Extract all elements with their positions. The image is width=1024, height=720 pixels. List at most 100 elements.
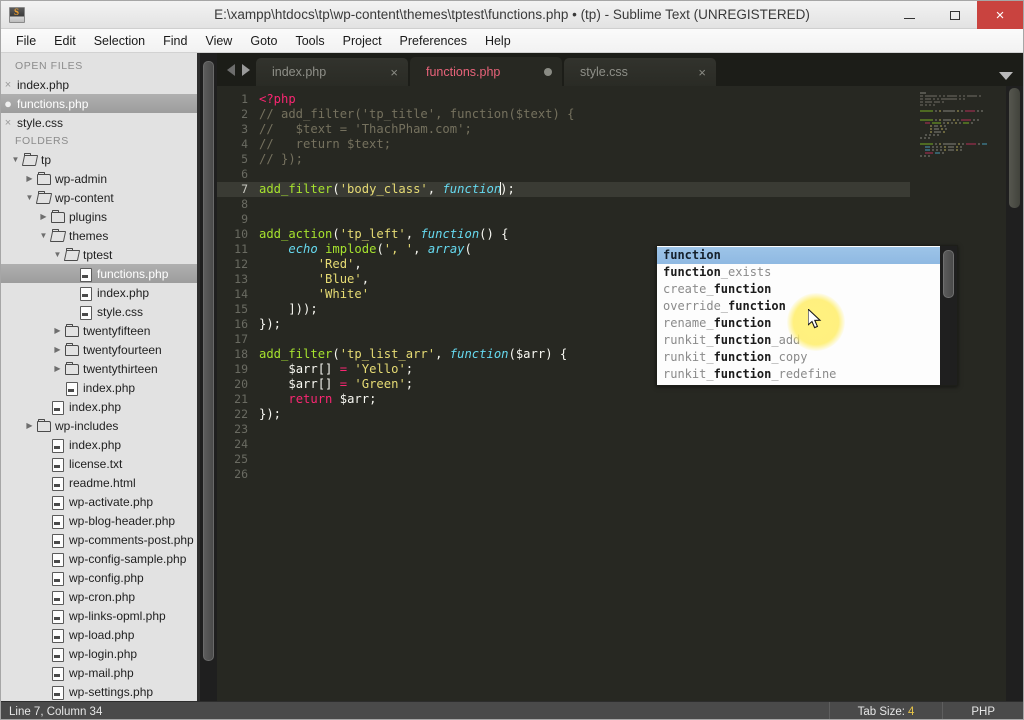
chevron-right-icon[interactable]: ▶: [37, 212, 50, 221]
close-file-icon[interactable]: ×: [1, 117, 15, 129]
menu-item-preferences[interactable]: Preferences: [391, 31, 476, 51]
tree-file-wp-load-php[interactable]: wp-load.php: [1, 625, 217, 644]
tree-folder-twentyfourteen[interactable]: ▶ twentyfourteen: [1, 340, 217, 359]
code-line[interactable]: [253, 212, 1023, 227]
tree-file-wp-config-sample-php[interactable]: wp-config-sample.php: [1, 549, 217, 568]
tree-file-wp-activate-php[interactable]: wp-activate.php: [1, 492, 217, 511]
tree-folder-tptest[interactable]: ▼ tptest: [1, 245, 217, 264]
menu-item-goto[interactable]: Goto: [241, 31, 286, 51]
chevron-right-icon[interactable]: ▶: [51, 326, 64, 335]
close-file-icon[interactable]: ×: [1, 79, 15, 91]
editor-scrollbar[interactable]: [1006, 86, 1023, 701]
open-file-functions-php[interactable]: ● functions.php: [1, 94, 217, 113]
autocomplete-item[interactable]: runkit_function_copy: [657, 349, 957, 366]
code-line[interactable]: // add_filter('tp_title', function($text…: [253, 107, 1023, 122]
chevron-right-icon[interactable]: ▶: [23, 174, 36, 183]
chevron-down-icon[interactable]: ▼: [37, 231, 50, 240]
tree-file-wp-links-opml-php[interactable]: wp-links-opml.php: [1, 606, 217, 625]
tab-style-css[interactable]: style.css ×: [564, 58, 716, 86]
code-content[interactable]: <?php// add_filter('tp_title', function(…: [253, 86, 1023, 701]
code-line[interactable]: add_filter('body_class', function);: [253, 182, 1023, 197]
menu-item-project[interactable]: Project: [334, 31, 391, 51]
autocomplete-scrollbar-thumb[interactable]: [943, 250, 954, 298]
chevron-right-icon[interactable]: ▶: [51, 364, 64, 373]
menu-item-selection[interactable]: Selection: [85, 31, 154, 51]
code-line[interactable]: [253, 437, 1023, 452]
menu-item-view[interactable]: View: [196, 31, 241, 51]
tree-file-wp-comments-post-php[interactable]: wp-comments-post.php: [1, 530, 217, 549]
tree-file-index-php[interactable]: index.php: [1, 283, 217, 302]
tree-file-wp-blog-header-php[interactable]: wp-blog-header.php: [1, 511, 217, 530]
tree-file-index-php[interactable]: index.php: [1, 397, 217, 416]
code-line[interactable]: });: [253, 407, 1023, 422]
autocomplete-item[interactable]: override_function: [657, 298, 957, 315]
tree-file-index-php[interactable]: index.php: [1, 435, 217, 454]
menu-item-tools[interactable]: Tools: [286, 31, 333, 51]
tree-folder-wp-content[interactable]: ▼ wp-content: [1, 188, 217, 207]
tree-file-style-css[interactable]: style.css: [1, 302, 217, 321]
tab-dirty-dot-icon[interactable]: [544, 67, 552, 76]
tab-close-icon[interactable]: ×: [390, 66, 398, 79]
close-button[interactable]: ×: [977, 1, 1023, 29]
autocomplete-item[interactable]: runkit_function_redefine: [657, 366, 957, 383]
minimap[interactable]: [910, 86, 1006, 701]
autocomplete-scrollbar[interactable]: [940, 246, 957, 385]
syntax-selector[interactable]: PHP: [942, 701, 1023, 719]
chevron-down-icon[interactable]: ▼: [9, 155, 22, 164]
open-file-index-php[interactable]: × index.php: [1, 75, 217, 94]
tree-folder-wp-includes[interactable]: ▶ wp-includes: [1, 416, 217, 435]
tree-file-wp-settings-php[interactable]: wp-settings.php: [1, 682, 217, 701]
menu-item-help[interactable]: Help: [476, 31, 520, 51]
tree-file-license-txt[interactable]: license.txt: [1, 454, 217, 473]
tree-folder-wp-admin[interactable]: ▶ wp-admin: [1, 169, 217, 188]
tree-file-wp-cron-php[interactable]: wp-cron.php: [1, 587, 217, 606]
code-line[interactable]: [253, 197, 1023, 212]
tree-folder-twentythirteen[interactable]: ▶ twentythirteen: [1, 359, 217, 378]
sidebar-scrollbar[interactable]: [200, 53, 217, 701]
tree-file-index-php[interactable]: index.php: [1, 378, 217, 397]
code-line[interactable]: [253, 167, 1023, 182]
open-file-style-css[interactable]: × style.css: [1, 113, 217, 132]
tree-file-functions-php[interactable]: functions.php: [1, 264, 217, 283]
chevron-down-icon[interactable]: [999, 72, 1013, 80]
maximize-button[interactable]: [932, 1, 977, 29]
tree-file-readme-html[interactable]: readme.html: [1, 473, 217, 492]
tree-folder-plugins[interactable]: ▶ plugins: [1, 207, 217, 226]
code-line[interactable]: <?php: [253, 92, 1023, 107]
tab-index-php[interactable]: index.php ×: [256, 58, 408, 86]
tab-functions-php[interactable]: functions.php: [410, 57, 562, 86]
code-line[interactable]: [253, 422, 1023, 437]
code-line[interactable]: return $arr;: [253, 392, 1023, 407]
chevron-down-icon[interactable]: ▼: [51, 250, 64, 259]
code-line[interactable]: [253, 467, 1023, 482]
autocomplete-item[interactable]: runkit_function_add: [657, 332, 957, 349]
autocomplete-item[interactable]: function_exists: [657, 264, 957, 281]
menu-item-file[interactable]: File: [7, 31, 45, 51]
code-line[interactable]: [253, 452, 1023, 467]
autocomplete-popup[interactable]: function function_exists create_function ov…: [656, 245, 958, 386]
minimize-button[interactable]: [887, 1, 932, 29]
chevron-right-icon[interactable]: ▶: [23, 421, 36, 430]
autocomplete-item[interactable]: function: [657, 247, 957, 264]
tab-prev-arrow-icon[interactable]: [227, 63, 235, 76]
menu-item-edit[interactable]: Edit: [45, 31, 85, 51]
code-line[interactable]: // $text = 'ThachPham.com';: [253, 122, 1023, 137]
tree-folder-twentyfifteen[interactable]: ▶ twentyfifteen: [1, 321, 217, 340]
tab-size-setting[interactable]: Tab Size: 4: [828, 701, 943, 719]
chevron-right-icon[interactable]: ▶: [51, 345, 64, 354]
tree-folder-themes[interactable]: ▼ themes: [1, 226, 217, 245]
tab-next-arrow-icon[interactable]: [242, 63, 250, 76]
tab-close-icon[interactable]: ×: [698, 66, 706, 79]
sidebar-scrollbar-thumb[interactable]: [203, 61, 214, 661]
autocomplete-item[interactable]: rename_function: [657, 315, 957, 332]
tab-scroll-arrows[interactable]: [223, 53, 256, 86]
code-line[interactable]: // });: [253, 152, 1023, 167]
menu-item-find[interactable]: Find: [154, 31, 196, 51]
chevron-down-icon[interactable]: ▼: [23, 193, 36, 202]
editor-scrollbar-thumb[interactable]: [1009, 88, 1020, 208]
tree-folder-tp[interactable]: ▼ tp: [1, 150, 217, 169]
autocomplete-item[interactable]: create_function: [657, 281, 957, 298]
tree-file-wp-login-php[interactable]: wp-login.php: [1, 644, 217, 663]
code-area[interactable]: 1 2 3 4 5 6 7 8 9 10 11 12 13 14 15 16 17 18 19 20 21 22 23 24 2…: [217, 86, 1023, 701]
autocomplete-list[interactable]: function function_exists create_function ov…: [657, 246, 957, 383]
